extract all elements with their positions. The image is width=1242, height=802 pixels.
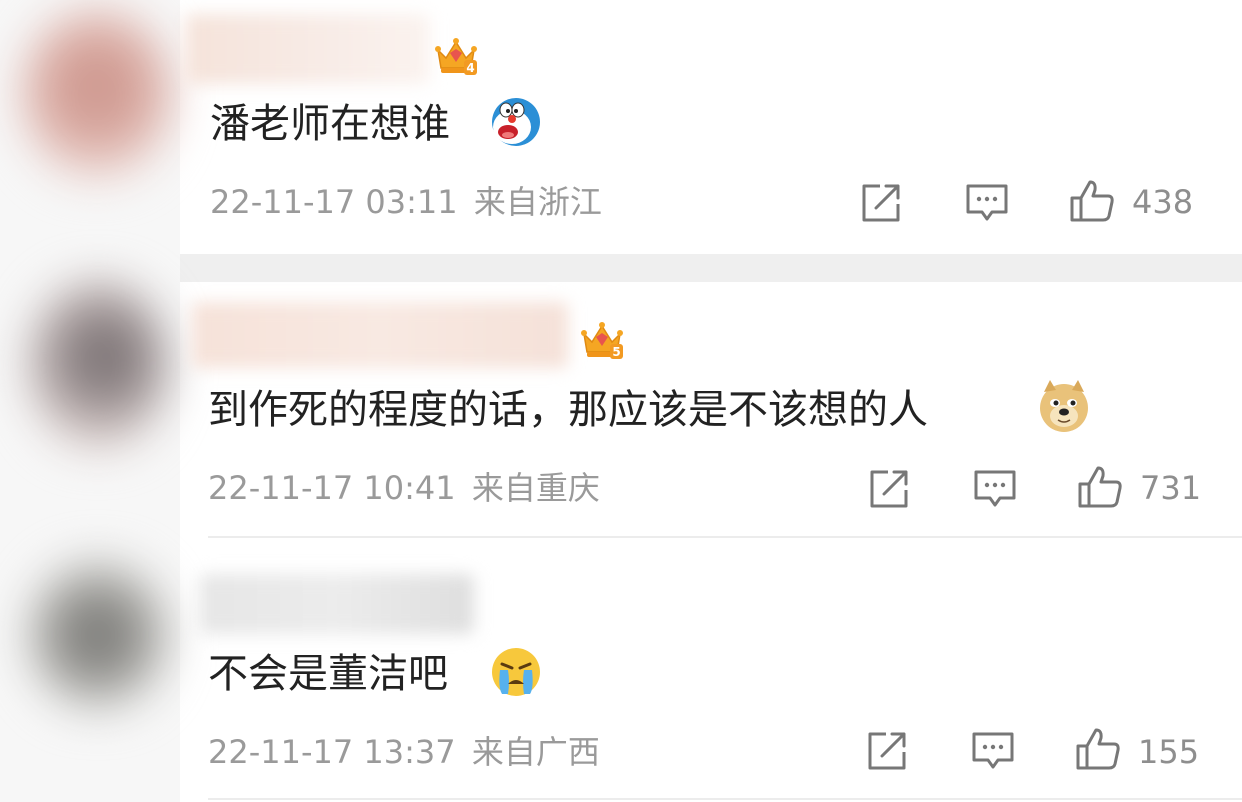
comment-icon[interactable] xyxy=(970,730,1016,772)
section-divider xyxy=(180,254,1242,282)
like-icon[interactable] xyxy=(1076,464,1124,510)
crying-emoji-icon xyxy=(492,648,540,696)
comment-icon[interactable] xyxy=(964,182,1010,224)
vip-level: 5 xyxy=(612,345,620,359)
share-icon[interactable] xyxy=(866,730,910,772)
avatar[interactable] xyxy=(28,560,168,710)
comment-text: 不会是董洁吧 xyxy=(208,651,448,697)
share-icon[interactable] xyxy=(860,182,904,224)
comment-divider xyxy=(208,536,1242,538)
username-blurred[interactable] xyxy=(192,302,568,368)
location: 来自广西 xyxy=(471,733,600,771)
avatar[interactable] xyxy=(28,280,168,450)
comment-meta: 22-11-17 03:11 来自浙江 xyxy=(210,186,602,218)
location: 来自重庆 xyxy=(471,469,600,507)
doge-emoji-icon xyxy=(1040,380,1088,432)
share-icon[interactable] xyxy=(868,468,912,510)
timestamp: 22-11-17 13:37 xyxy=(208,733,456,771)
like-count: 155 xyxy=(1138,733,1200,771)
vip-crown-icon: 4 xyxy=(435,38,477,75)
vip-level: 4 xyxy=(466,61,474,75)
comment-divider xyxy=(208,798,1242,800)
like-count: 438 xyxy=(1132,183,1194,221)
username-blurred[interactable] xyxy=(186,14,430,84)
comment-icon[interactable] xyxy=(972,468,1018,510)
like-icon[interactable] xyxy=(1068,178,1116,224)
doraemon-emoji-icon xyxy=(492,98,540,146)
comment-text: 潘老师在想谁 xyxy=(210,101,450,147)
like-count: 731 xyxy=(1140,469,1202,507)
comment-meta: 22-11-17 13:37 来自广西 xyxy=(208,736,600,768)
comment-text: 到作死的程度的话，那应该是不该想的人 xyxy=(208,387,928,433)
comment-meta: 22-11-17 10:41 来自重庆 xyxy=(208,472,600,504)
timestamp: 22-11-17 03:11 xyxy=(210,183,458,221)
timestamp: 22-11-17 10:41 xyxy=(208,469,456,507)
vip-crown-icon: 5 xyxy=(581,322,623,359)
username-blurred[interactable] xyxy=(200,574,474,634)
location: 来自浙江 xyxy=(473,183,602,221)
like-icon[interactable] xyxy=(1074,726,1122,772)
avatar[interactable] xyxy=(22,10,172,180)
